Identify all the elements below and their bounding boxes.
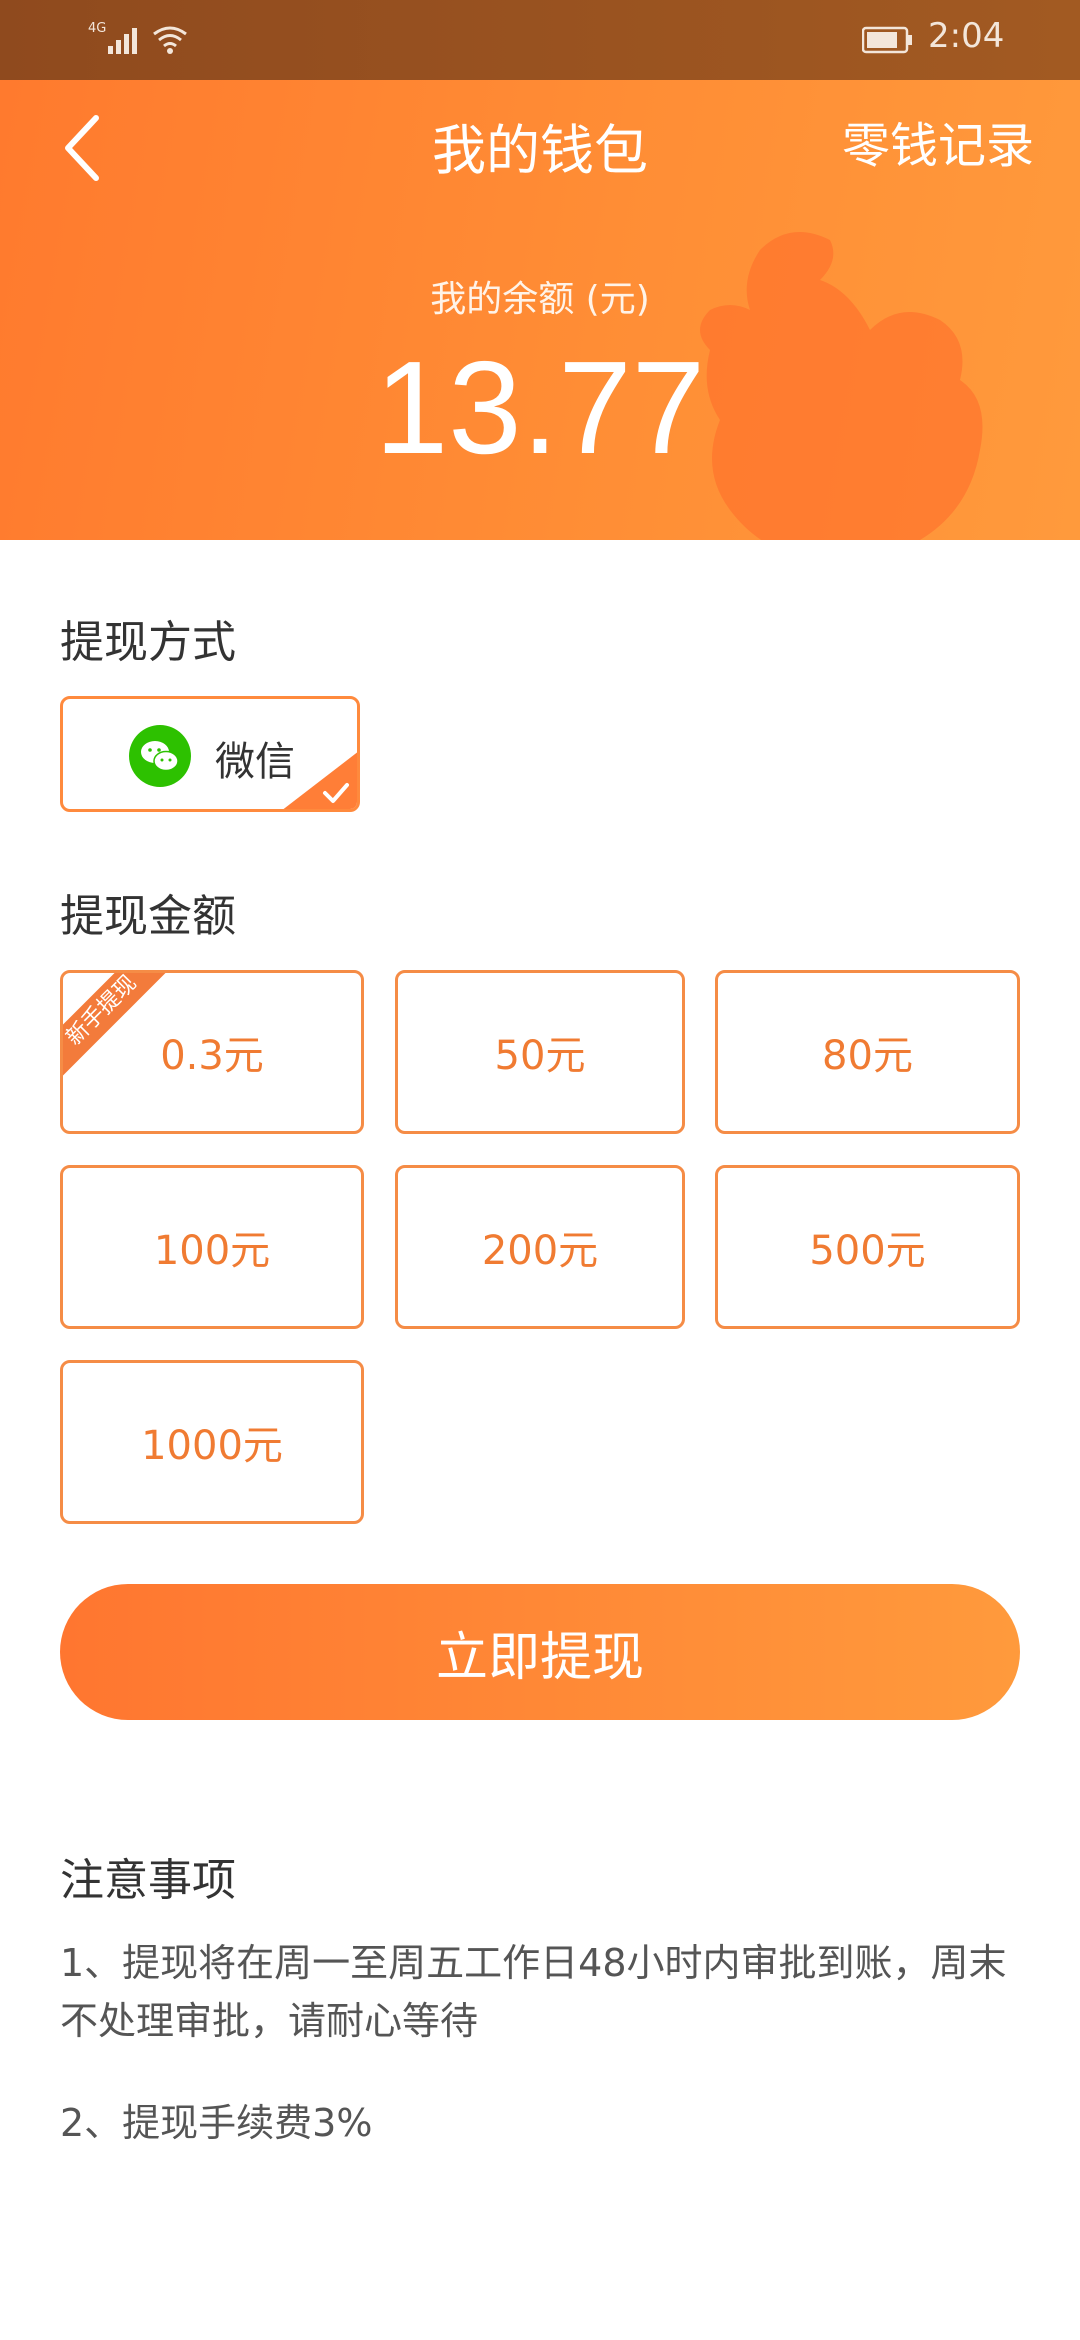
amount-option-500[interactable]: 500元 (715, 1165, 1020, 1329)
wechat-icon (129, 725, 191, 787)
amount-option-0-3[interactable]: 新手提现 0.3元 (60, 970, 364, 1134)
amount-label: 500元 (809, 1228, 926, 1274)
wechat-method-card[interactable]: 微信 (60, 696, 360, 812)
amount-option-100[interactable]: 100元 (60, 1165, 364, 1329)
amount-label: 100元 (153, 1228, 271, 1274)
notes-title: 注意事项 (60, 1855, 236, 1906)
new-user-ribbon: 新手提现 (63, 973, 168, 1077)
status-time: 2:04 (928, 16, 1005, 56)
amount-label: 200元 (481, 1228, 599, 1274)
amount-option-50[interactable]: 50元 (395, 970, 685, 1134)
svg-text:4G: 4G (88, 21, 106, 36)
status-bar: 4G 2:04 (0, 0, 1080, 80)
amount-option-1000[interactable]: 1000元 (60, 1360, 364, 1524)
cellular-signal-icon: 4G (88, 21, 137, 54)
balance-value: 13.77 (374, 334, 706, 481)
wifi-icon (153, 26, 187, 54)
checkmark-icon (283, 752, 357, 809)
amount-option-200[interactable]: 200元 (395, 1165, 685, 1329)
amount-label: 0.3元 (160, 1033, 264, 1079)
note-item: 2、提现手续费3% (60, 2101, 373, 2145)
note-item: 1、提现将在周一至周五工作日48小时内审批到账，周末不处理审批，请耐心等待 (60, 1941, 1007, 2043)
change-record-link[interactable]: 零钱记录 (842, 106, 1034, 176)
battery-icon (862, 26, 912, 54)
amount-label: 1000元 (141, 1423, 283, 1469)
amount-label: 80元 (822, 1033, 913, 1079)
wallet-header: 我的钱包 零钱记录 我的余额 (元) 13.77 (0, 80, 1080, 540)
amount-label: 50元 (494, 1033, 586, 1079)
withdraw-amount-title: 提现金额 (60, 891, 236, 942)
withdraw-now-button[interactable]: 立即提现 (60, 1584, 1020, 1720)
balance-label: 我的余额 (元) (430, 279, 650, 320)
withdraw-method-title: 提现方式 (60, 617, 236, 668)
amount-option-80[interactable]: 80元 (715, 970, 1020, 1134)
